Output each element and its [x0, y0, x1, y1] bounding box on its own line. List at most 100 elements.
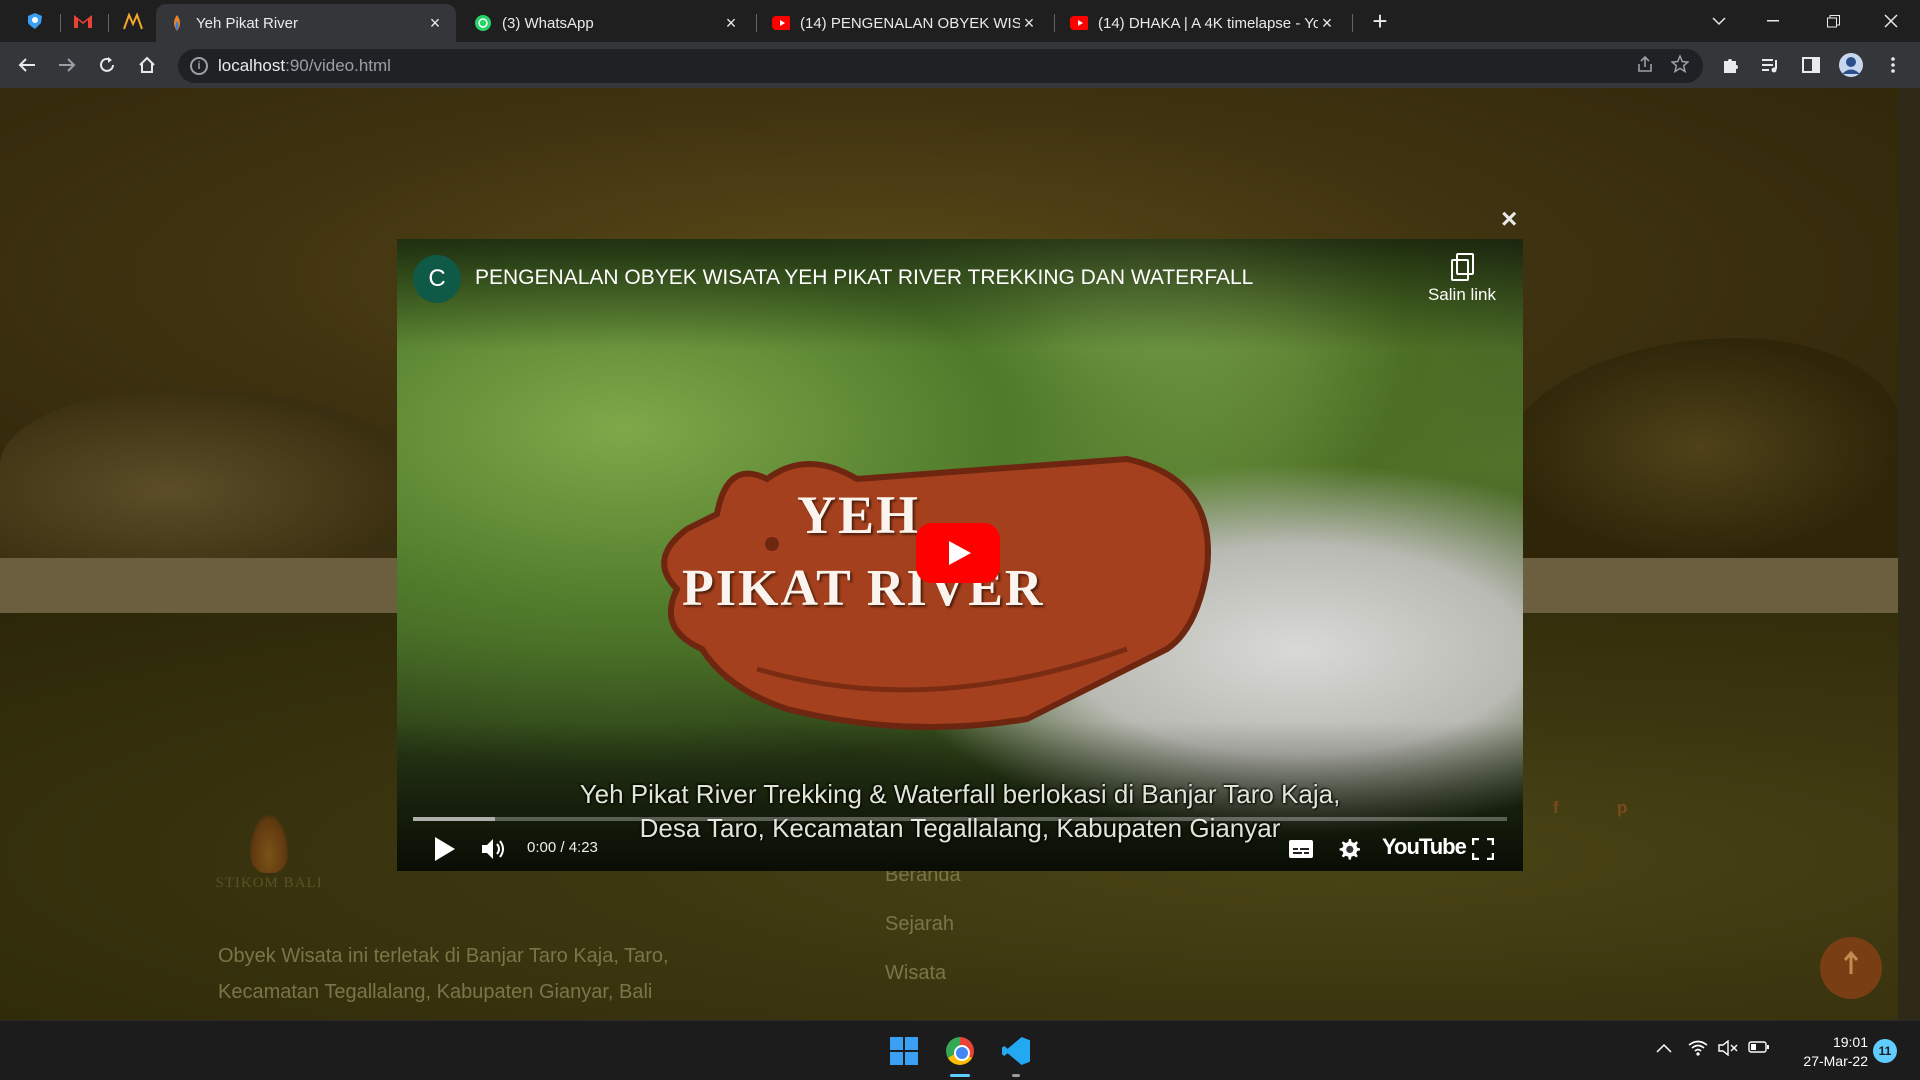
tab-whatsapp[interactable]: (3) WhatsApp ×	[462, 4, 752, 42]
start-button[interactable]	[884, 1031, 924, 1071]
vscode-icon	[1002, 1037, 1030, 1065]
whatsapp-icon	[474, 14, 492, 32]
url-text[interactable]: localhost:90/video.html	[218, 56, 391, 76]
tab-title: (14) DHAKA | A 4K timelapse - Yo	[1098, 14, 1318, 32]
large-play-button[interactable]	[916, 523, 1000, 583]
web-page: STIKOM BALI Obyek Wisata ini terletak di…	[0, 88, 1920, 1020]
subtitles-icon	[1289, 840, 1313, 858]
youtube-logo[interactable]: YouTube	[1382, 834, 1467, 860]
show-hidden-icons-button[interactable]	[1656, 1040, 1672, 1058]
extensions-button[interactable]	[1716, 50, 1746, 80]
close-tab-icon[interactable]: ×	[426, 13, 444, 34]
youtube-icon	[1070, 14, 1088, 32]
arrow-right-icon	[59, 58, 76, 72]
sign-text-line1: YEH	[797, 485, 921, 545]
minimize-button[interactable]	[1750, 6, 1796, 36]
back-button[interactable]	[12, 50, 42, 80]
avatar	[1839, 53, 1863, 77]
chrome-icon	[946, 1037, 974, 1065]
taskbar-chrome[interactable]	[940, 1031, 980, 1071]
gmail-icon	[74, 15, 92, 28]
copy-link-button[interactable]: Salin link	[1417, 253, 1507, 305]
pinned-tab-shield[interactable]	[18, 7, 52, 35]
forward-button[interactable]	[52, 50, 82, 80]
youtube-video-player[interactable]: YEH PIKAT RIVER C PENGENALAN OBYEK WISAT…	[397, 239, 1523, 871]
chevron-down-icon	[1712, 17, 1726, 26]
settings-button[interactable]	[1333, 834, 1365, 864]
battery-icon	[1748, 1041, 1769, 1053]
reload-button[interactable]	[92, 50, 122, 80]
close-icon	[1884, 14, 1898, 28]
tab-title: (3) WhatsApp	[502, 14, 594, 32]
shield-icon	[28, 13, 42, 29]
copy-icon	[1451, 253, 1474, 281]
tab-title: Yeh Pikat River	[196, 14, 298, 32]
minimize-icon	[1767, 20, 1779, 22]
volume-button[interactable]	[479, 834, 509, 864]
notification-badge[interactable]: 11	[1873, 1039, 1897, 1063]
pinned-tab-gmail[interactable]	[66, 7, 100, 35]
pinned-tab-site[interactable]	[116, 7, 150, 35]
taskbar-vscode[interactable]	[996, 1031, 1036, 1071]
tab-yeh-pikat-river[interactable]: Yeh Pikat River ×	[156, 4, 456, 42]
restore-button[interactable]	[1810, 6, 1856, 36]
lightbox-close-button[interactable]: ×	[1501, 203, 1517, 235]
flame-icon	[168, 14, 186, 32]
address-bar[interactable]: i localhost:90/video.html	[178, 49, 1703, 83]
fullscreen-button[interactable]	[1467, 834, 1499, 864]
taskbar-clock[interactable]: 19:01 27-Mar-22	[1768, 1033, 1868, 1071]
arrow-left-icon	[18, 58, 35, 72]
media-controls-button[interactable]	[1756, 50, 1786, 80]
close-tab-icon[interactable]: ×	[1020, 13, 1038, 34]
battery-button[interactable]	[1748, 1040, 1770, 1059]
taskbar: 19:01 27-Mar-22 11	[0, 1020, 1920, 1080]
volume-tray-button[interactable]	[1718, 1039, 1738, 1061]
tab-strip: Yeh Pikat River × (3) WhatsApp × (14) PE…	[0, 0, 1920, 42]
profile-button[interactable]	[1836, 50, 1866, 80]
new-tab-button[interactable]: +	[1366, 8, 1394, 36]
running-indicator	[950, 1074, 970, 1077]
subtitles-button[interactable]	[1285, 834, 1317, 864]
tab-youtube-pengenalan[interactable]: (14) PENGENALAN OBYEK WISAT ×	[760, 4, 1050, 42]
wifi-icon	[1688, 1040, 1708, 1056]
windows-logo-icon	[890, 1037, 918, 1065]
share-icon[interactable]	[1633, 55, 1657, 79]
caption-line1: Yeh Pikat River Trekking & Waterfall ber…	[579, 779, 1341, 809]
volume-icon	[482, 839, 504, 859]
kebab-menu-icon	[1891, 57, 1895, 73]
channel-avatar[interactable]: C	[413, 255, 461, 303]
video-title[interactable]: PENGENALAN OBYEK WISATA YEH PIKAT RIVER …	[475, 266, 1253, 290]
home-button[interactable]	[132, 50, 162, 80]
clock-date: 27-Mar-22	[1803, 1053, 1868, 1069]
reload-icon	[100, 57, 114, 72]
page-scrollbar[interactable]	[1898, 88, 1920, 1020]
restore-icon	[1826, 14, 1840, 27]
play-button[interactable]	[430, 834, 460, 864]
playlist-icon	[1762, 59, 1777, 73]
puzzle-icon	[1724, 59, 1738, 73]
progress-buffered	[413, 817, 496, 821]
url-host: localhost	[218, 56, 286, 75]
network-button[interactable]	[1688, 1040, 1708, 1061]
close-window-button[interactable]	[1868, 6, 1914, 36]
side-panel-icon	[1802, 57, 1820, 73]
close-tab-icon[interactable]: ×	[1318, 13, 1336, 34]
video-top-gradient	[397, 239, 1523, 349]
bookmark-star-icon[interactable]	[1668, 54, 1692, 79]
tab-search-button[interactable]	[1696, 6, 1742, 36]
url-path: :90/video.html	[285, 56, 391, 75]
chevron-up-icon	[1656, 1043, 1672, 1053]
fullscreen-icon	[1472, 838, 1494, 860]
side-panel-button[interactable]	[1796, 50, 1826, 80]
video-progress-bar[interactable]	[413, 817, 1507, 821]
gear-icon	[1339, 839, 1360, 860]
video-time-display: 0:00 / 4:23	[527, 839, 598, 856]
close-tab-icon[interactable]: ×	[722, 13, 740, 34]
clock-time: 19:01	[1832, 1034, 1868, 1050]
running-indicator	[1012, 1074, 1020, 1077]
speaker-muted-icon	[1718, 1039, 1738, 1057]
browser-menu-button[interactable]	[1878, 50, 1908, 80]
tab-youtube-dhaka[interactable]: (14) DHAKA | A 4K timelapse - Yo ×	[1058, 4, 1348, 42]
home-icon	[139, 56, 155, 73]
site-info-icon[interactable]: i	[190, 57, 208, 75]
